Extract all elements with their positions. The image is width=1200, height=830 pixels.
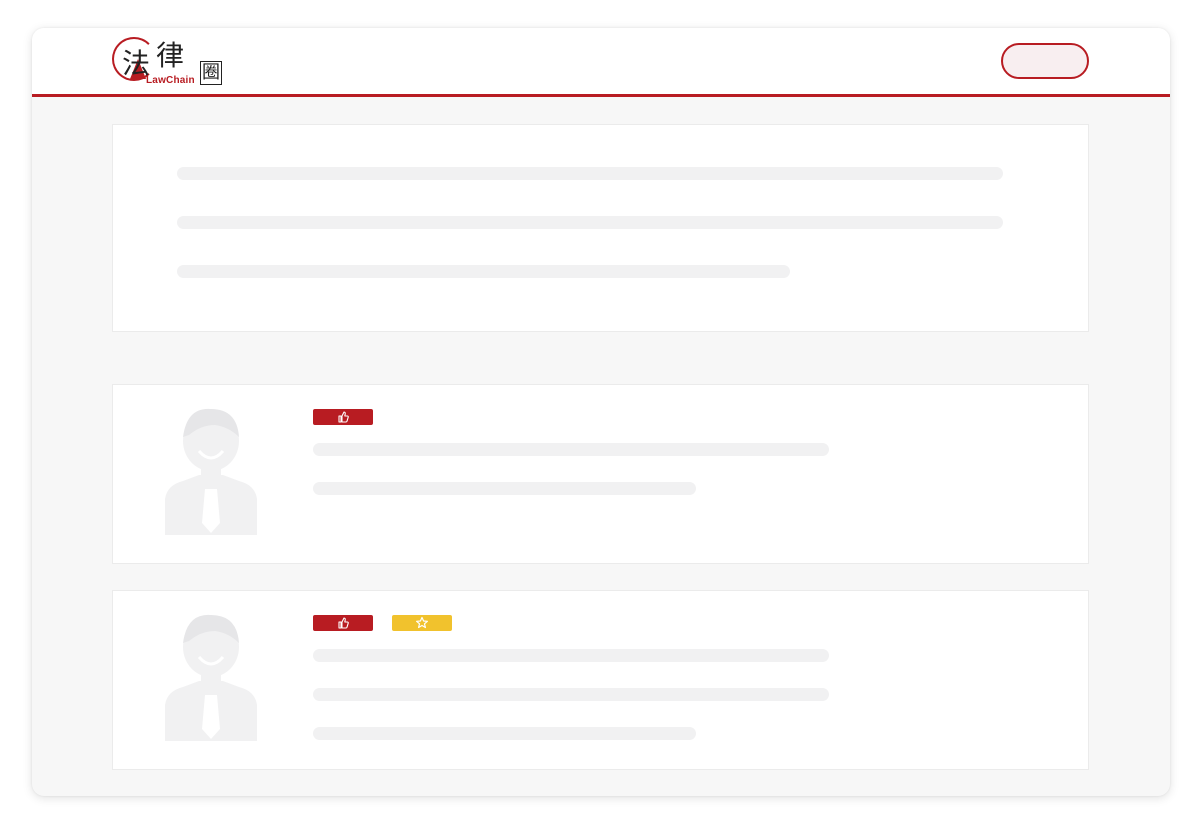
- skeleton-line: [313, 443, 829, 456]
- skeleton-line: [313, 727, 696, 740]
- skeleton-line: [313, 649, 829, 662]
- skeleton-line: [313, 482, 696, 495]
- intro-card-skeleton: [112, 124, 1089, 332]
- logo-char-lv: 律: [156, 39, 185, 72]
- top-header: 法 律 圈 LawChain: [32, 28, 1170, 97]
- lawchain-logo[interactable]: 法 律 圈 LawChain: [112, 37, 232, 87]
- star-tag[interactable]: [392, 615, 452, 631]
- app-window: 法 律 圈 LawChain: [32, 28, 1170, 796]
- skeleton-line: [177, 265, 790, 278]
- thumbs-up-icon: [338, 411, 349, 423]
- skeleton-line: [177, 167, 1003, 180]
- skeleton-line: [313, 688, 829, 701]
- lawyer-card[interactable]: [112, 384, 1089, 564]
- header-action-button[interactable]: [1001, 43, 1089, 79]
- logo-char-fa: 法: [122, 47, 151, 80]
- logo-char-quan: 圈: [200, 61, 222, 85]
- lawyer-card[interactable]: [112, 590, 1089, 770]
- like-tag[interactable]: [313, 615, 373, 631]
- star-icon: [416, 616, 428, 629]
- avatar-placeholder-icon: [165, 614, 257, 741]
- like-tag[interactable]: [313, 409, 373, 425]
- thumbs-up-icon: [338, 617, 349, 629]
- avatar-placeholder-icon: [165, 408, 257, 535]
- logo-latin-text: LawChain: [146, 75, 195, 86]
- skeleton-line: [177, 216, 1003, 229]
